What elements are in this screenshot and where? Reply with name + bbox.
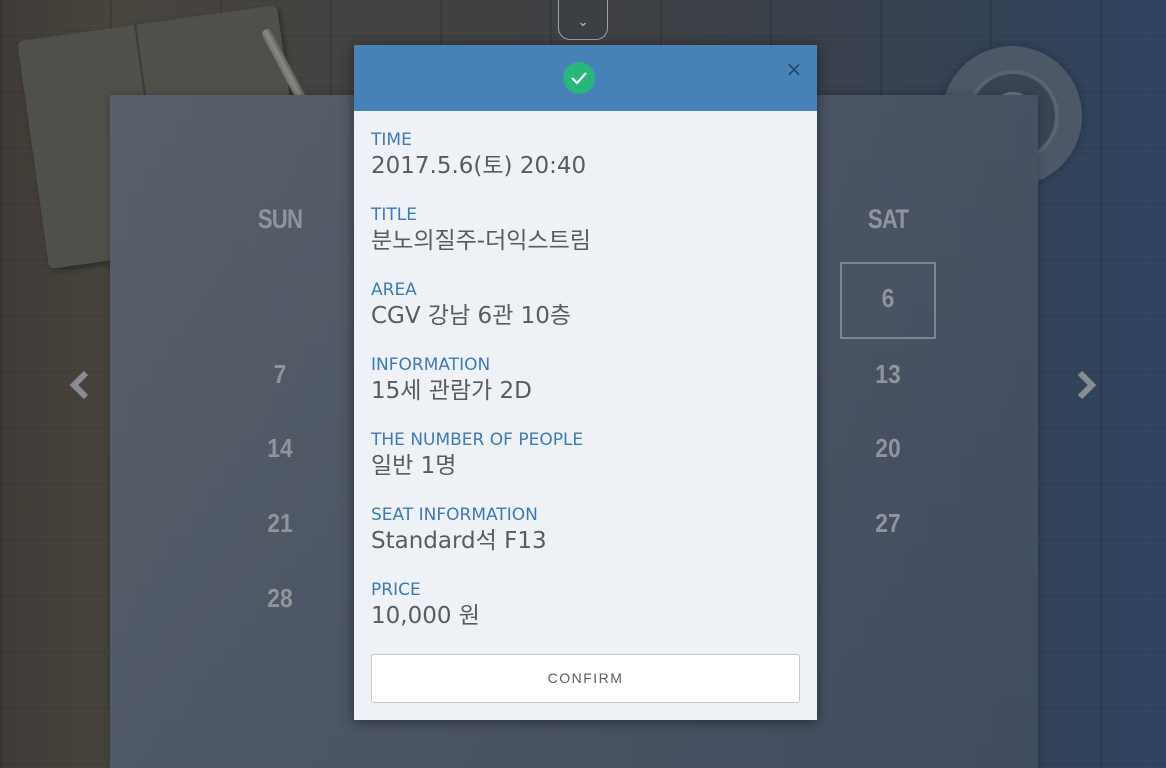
field-label: SEAT INFORMATION bbox=[371, 505, 538, 525]
field-label: THE NUMBER OF PEOPLE bbox=[371, 430, 584, 450]
field-value: 10,000 원 bbox=[371, 603, 480, 629]
calendar-day[interactable]: 7 bbox=[240, 359, 319, 390]
field-label: TIME bbox=[371, 130, 412, 150]
field-label: INFORMATION bbox=[371, 355, 491, 375]
title-field: TITLE 분노의질주-더익스트림 bbox=[371, 202, 800, 277]
booking-info-list: TIME 2017.5.6(토) 20:40 TITLE 분노의질주-더익스트림… bbox=[354, 111, 817, 652]
field-value: CGV 강남 6관 10층 bbox=[371, 303, 572, 329]
field-value: 15세 관람가 2D bbox=[371, 378, 532, 404]
close-icon[interactable]: × bbox=[784, 59, 804, 79]
field-value: Standard석 F13 bbox=[371, 528, 547, 554]
check-icon bbox=[563, 62, 595, 94]
calendar-day-selected[interactable]: 6 bbox=[848, 283, 927, 314]
collapse-toggle-button[interactable]: ⌄ bbox=[558, 0, 608, 40]
calendar-day[interactable]: 20 bbox=[848, 433, 927, 464]
calendar-day[interactable]: 14 bbox=[240, 433, 319, 464]
calendar-header-sat: SAT bbox=[867, 204, 909, 234]
field-label: AREA bbox=[371, 280, 417, 300]
people-field: THE NUMBER OF PEOPLE 일반 1명 bbox=[371, 427, 800, 502]
modal-header: × bbox=[354, 45, 817, 111]
area-field: AREA CGV 강남 6관 10층 bbox=[371, 277, 800, 352]
booking-confirmation-modal: × TIME 2017.5.6(토) 20:40 TITLE 분노의질주-더익스… bbox=[354, 45, 817, 720]
calendar-day[interactable]: 13 bbox=[848, 359, 927, 390]
calendar-header-sun: SUN bbox=[257, 204, 303, 234]
confirm-button[interactable]: CONFIRM bbox=[371, 654, 800, 703]
calendar-day[interactable]: 28 bbox=[240, 583, 319, 614]
field-label: PRICE bbox=[371, 580, 421, 600]
next-month-arrow-icon[interactable] bbox=[1068, 368, 1102, 402]
field-value: 분노의질주-더익스트림 bbox=[371, 228, 591, 254]
chevron-down-icon: ⌄ bbox=[577, 15, 589, 30]
information-field: INFORMATION 15세 관람가 2D bbox=[371, 352, 800, 427]
calendar-day[interactable]: 21 bbox=[240, 508, 319, 539]
calendar-day[interactable]: 27 bbox=[848, 508, 927, 539]
prev-month-arrow-icon[interactable] bbox=[64, 368, 98, 402]
time-field: TIME 2017.5.6(토) 20:40 bbox=[371, 127, 800, 202]
field-value: 2017.5.6(토) 20:40 bbox=[371, 153, 587, 179]
field-value: 일반 1명 bbox=[371, 453, 457, 479]
seat-field: SEAT INFORMATION Standard석 F13 bbox=[371, 502, 800, 577]
field-label: TITLE bbox=[371, 205, 417, 225]
price-field: PRICE 10,000 원 bbox=[371, 577, 800, 652]
